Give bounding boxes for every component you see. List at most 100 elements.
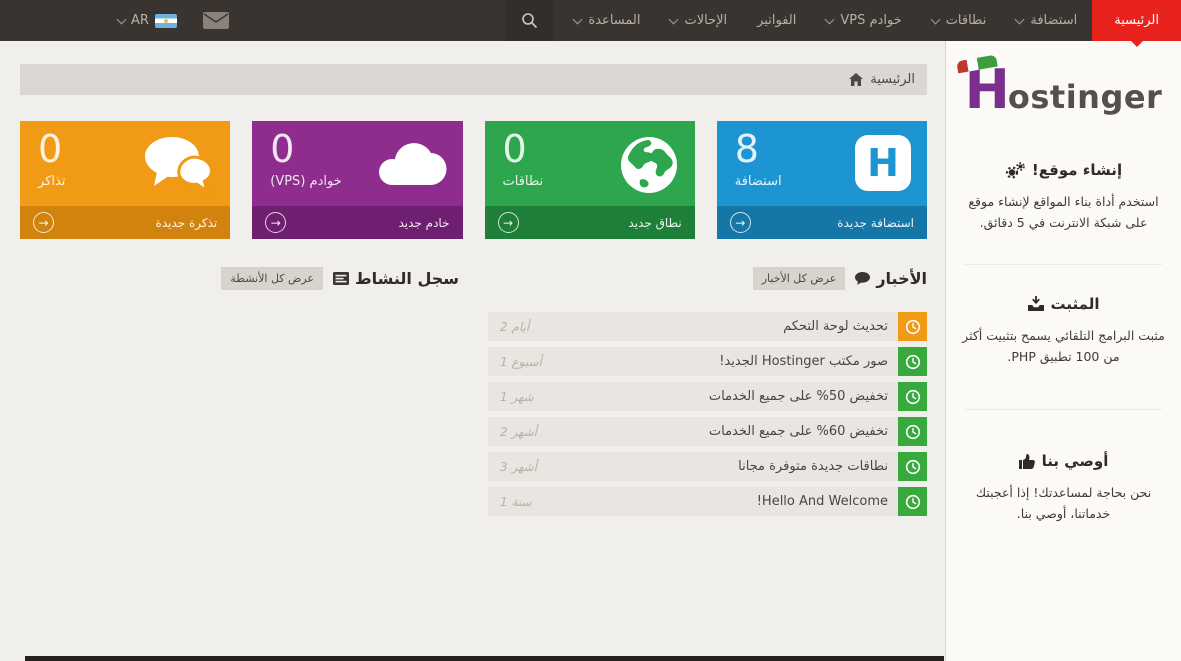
- nav-item-label: الرئيسية: [1114, 13, 1159, 28]
- new-hosting-link[interactable]: استضافة جديدة: [837, 216, 914, 230]
- gears-icon: [1005, 161, 1025, 179]
- news-item-title: نطاقات جديدة متوفرة مجانا: [738, 459, 888, 474]
- nav-item-hosting[interactable]: استضافة: [1001, 0, 1092, 41]
- right-sidebar: Hostinger إنشاء موقع! استخدم أداة بناء ا…: [945, 41, 1181, 661]
- new-ticket-link[interactable]: تذكرة جديدة: [156, 216, 218, 230]
- chevron-down-icon: [116, 14, 127, 24]
- tickets-count: 0: [38, 127, 63, 171]
- create-website-text: استخدم أداة بناء المواقع لإنشاء موقع على…: [968, 194, 1159, 231]
- new-domain-link[interactable]: نطاق جديد: [628, 216, 681, 230]
- hostinger-h-icon: H: [855, 135, 911, 191]
- news-item[interactable]: تخفيض 50% على جميع الخدمات 1 شهر: [488, 382, 927, 411]
- news-list: تحديث لوحة التحكم 2 أيام صور مكتب Hostin…: [488, 312, 927, 516]
- news-item[interactable]: صور مكتب Hostinger الجديد! 1 أسبوع: [488, 347, 927, 376]
- arrow-right-icon[interactable]: →: [497, 212, 519, 233]
- clock-icon: [905, 424, 920, 439]
- domains-label: نطاقات: [502, 173, 544, 189]
- activity-panel: سجل النشاط عرض كل الأنشطة: [20, 267, 459, 516]
- news-item-date: 2 أيام: [500, 319, 530, 334]
- news-item[interactable]: تحديث لوحة التحكم 2 أيام: [488, 312, 927, 341]
- clock-icon: [905, 354, 920, 369]
- recommend-heading: أوصي بنا: [959, 452, 1168, 470]
- logo-text: ostinger: [1007, 78, 1163, 116]
- nav-item-label: استضافة: [1030, 13, 1078, 28]
- chevron-down-icon: [669, 14, 679, 24]
- activity-title: سجل النشاط: [332, 269, 459, 288]
- arrow-right-icon[interactable]: →: [265, 212, 287, 233]
- tile-tickets[interactable]: 0 تذاكر → تذكرة جديدة: [20, 121, 231, 239]
- news-item-title: Hello And Welcome!: [756, 494, 888, 509]
- news-item-date: 3 أشهر: [500, 459, 537, 474]
- nav-item-domains[interactable]: نطاقات: [917, 0, 1002, 41]
- stat-tiles: 8 استضافة H → استضافة جديدة 0 نطاقات → ن…: [20, 121, 927, 239]
- news-item-title: تحديث لوحة التحكم: [783, 319, 888, 334]
- vps-count: 0: [270, 127, 295, 171]
- navbar-utility-group: AR: [0, 0, 229, 41]
- main-content: الرئيسية 8 استضافة H → استضافة جديدة 0 ن…: [0, 41, 944, 661]
- language-selector[interactable]: AR: [116, 13, 177, 28]
- breadcrumb: الرئيسية: [20, 64, 927, 95]
- messages-button[interactable]: [202, 12, 229, 29]
- hosting-label: استضافة: [734, 173, 782, 189]
- hosting-count: 8: [734, 127, 759, 171]
- nav-item-help[interactable]: المساعدة: [559, 0, 655, 41]
- domains-count: 0: [502, 127, 527, 171]
- clock-icon: [905, 389, 920, 404]
- vps-label: خوادم (VPS): [270, 173, 342, 189]
- nav-item-vps[interactable]: خوادم VPS: [811, 0, 916, 41]
- news-panel: الأخبار عرض كل الأخبار تحديث لوحة التحكم…: [488, 267, 927, 516]
- view-all-activities-button[interactable]: عرض كل الأنشطة: [221, 267, 323, 290]
- breadcrumb-label: الرئيسية: [870, 72, 915, 87]
- news-item-title: تخفيض 60% على جميع الخدمات: [708, 424, 888, 439]
- thumbs-up-icon: [1018, 453, 1035, 469]
- installer-heading: المثبت: [959, 295, 1168, 313]
- tickets-label: تذاكر: [38, 173, 66, 189]
- news-item-date: 1 شهر: [500, 389, 534, 404]
- arrow-right-icon[interactable]: →: [729, 212, 751, 233]
- globe-icon: [620, 137, 677, 193]
- cloud-icon: [378, 143, 447, 186]
- tile-vps[interactable]: 0 خوادم (VPS) → خادم جديد: [252, 121, 463, 239]
- nav-item-label: الفواتير: [757, 13, 797, 28]
- search-button[interactable]: [505, 0, 554, 41]
- nav-item-label: الإحالات: [684, 13, 728, 28]
- news-item-date: 1 أسبوع: [500, 354, 542, 369]
- chevron-down-icon: [1014, 14, 1025, 24]
- nav-item-home[interactable]: الرئيسية: [1092, 0, 1181, 47]
- arrow-right-icon[interactable]: →: [33, 212, 54, 233]
- breadcrumb-home[interactable]: الرئيسية: [849, 72, 915, 87]
- news-title: الأخبار: [855, 269, 927, 288]
- clock-icon: [905, 459, 920, 474]
- tile-hosting[interactable]: 8 استضافة H → استضافة جديدة: [716, 121, 927, 239]
- view-all-news-button[interactable]: عرض كل الأخبار: [752, 267, 846, 290]
- installer-text: مثبت البرامج التلقائي يسمح بتثبيت أكثر م…: [962, 327, 1165, 364]
- news-item-title: صور مكتب Hostinger الجديد!: [719, 354, 888, 369]
- news-item[interactable]: نطاقات جديدة متوفرة مجانا 3 أشهر: [488, 452, 927, 481]
- sidebar-divider: [965, 409, 1162, 410]
- nav-item-referrals[interactable]: الإحالات: [655, 0, 742, 41]
- envelope-icon: [202, 12, 229, 29]
- hostinger-logo[interactable]: Hostinger: [955, 54, 1163, 117]
- news-item[interactable]: Hello And Welcome! 1 سنة: [488, 487, 927, 516]
- news-item-title: تخفيض 50% على جميع الخدمات: [708, 389, 888, 404]
- nav-item-label: المساعدة: [588, 13, 641, 28]
- top-navbar: الرئيسية استضافة نطاقات خوادم VPS الفوات…: [0, 0, 1181, 47]
- home-icon: [849, 73, 864, 86]
- panels-row: الأخبار عرض كل الأخبار تحديث لوحة التحكم…: [20, 267, 927, 516]
- chevron-down-icon: [930, 14, 941, 24]
- comment-icon: [855, 272, 871, 285]
- chevron-down-icon: [824, 14, 835, 24]
- nav-item-label: خوادم VPS: [840, 13, 902, 28]
- hostinger-dashboard: { "navbar": { "items": [ {"label": "الرئ…: [0, 0, 1181, 661]
- chat-bubbles-icon: [145, 137, 214, 193]
- nav-item-billing[interactable]: الفواتير: [742, 0, 811, 41]
- news-item-date: 1 سنة: [500, 494, 532, 509]
- argentina-flag-icon: [154, 13, 177, 28]
- tile-domains[interactable]: 0 نطاقات → نطاق جديد: [484, 121, 695, 239]
- clock-icon: [905, 319, 920, 334]
- new-server-link[interactable]: خادم جديد: [398, 216, 449, 230]
- language-code: AR: [131, 13, 149, 28]
- news-item[interactable]: تخفيض 60% على جميع الخدمات 2 أشهر: [488, 417, 927, 446]
- newspaper-icon: [332, 272, 349, 285]
- search-icon: [522, 13, 537, 29]
